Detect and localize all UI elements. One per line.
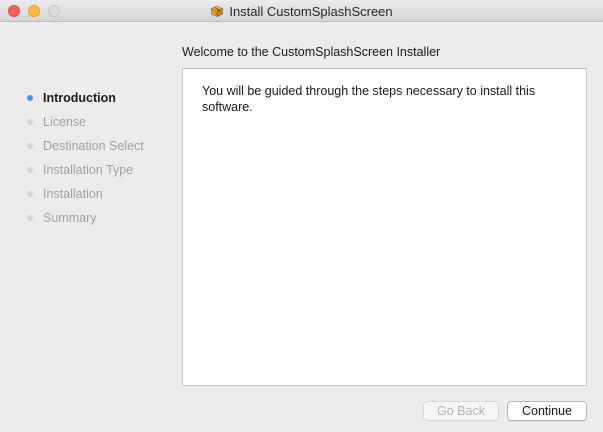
content-panel: You will be guided through the steps nec… xyxy=(182,68,587,386)
package-icon xyxy=(210,4,224,18)
step-license: License xyxy=(27,114,86,130)
window-title-group: Install CustomSplashScreen xyxy=(0,0,603,22)
step-label: Installation xyxy=(43,187,103,201)
page-heading: Welcome to the CustomSplashScreen Instal… xyxy=(182,45,441,59)
step-summary: Summary xyxy=(27,210,96,226)
installer-window: Install CustomSplashScreen Welcome to th… xyxy=(0,0,603,432)
step-indicator-dot xyxy=(27,167,33,173)
step-indicator-dot xyxy=(27,95,33,101)
step-installation: Installation xyxy=(27,186,103,202)
welcome-text: You will be guided through the steps nec… xyxy=(202,84,536,114)
step-label: Introduction xyxy=(43,91,116,105)
step-label: Summary xyxy=(43,211,97,225)
step-label: License xyxy=(43,115,87,129)
continue-button[interactable]: Continue xyxy=(507,401,587,421)
step-indicator-dot xyxy=(27,119,33,125)
step-label: Installation Type xyxy=(43,163,134,177)
step-installation-type: Installation Type xyxy=(27,162,133,178)
go-back-button[interactable]: Go Back xyxy=(423,401,499,421)
step-label: Destination Select xyxy=(43,139,144,153)
step-indicator-dot xyxy=(27,191,33,197)
step-indicator-dot xyxy=(27,143,33,149)
step-destination-select: Destination Select xyxy=(27,138,144,154)
step-introduction: Introduction xyxy=(27,90,116,106)
step-indicator-dot xyxy=(27,215,33,221)
title-bar[interactable]: Install CustomSplashScreen xyxy=(0,0,603,22)
window-title: Install CustomSplashScreen xyxy=(229,3,393,19)
